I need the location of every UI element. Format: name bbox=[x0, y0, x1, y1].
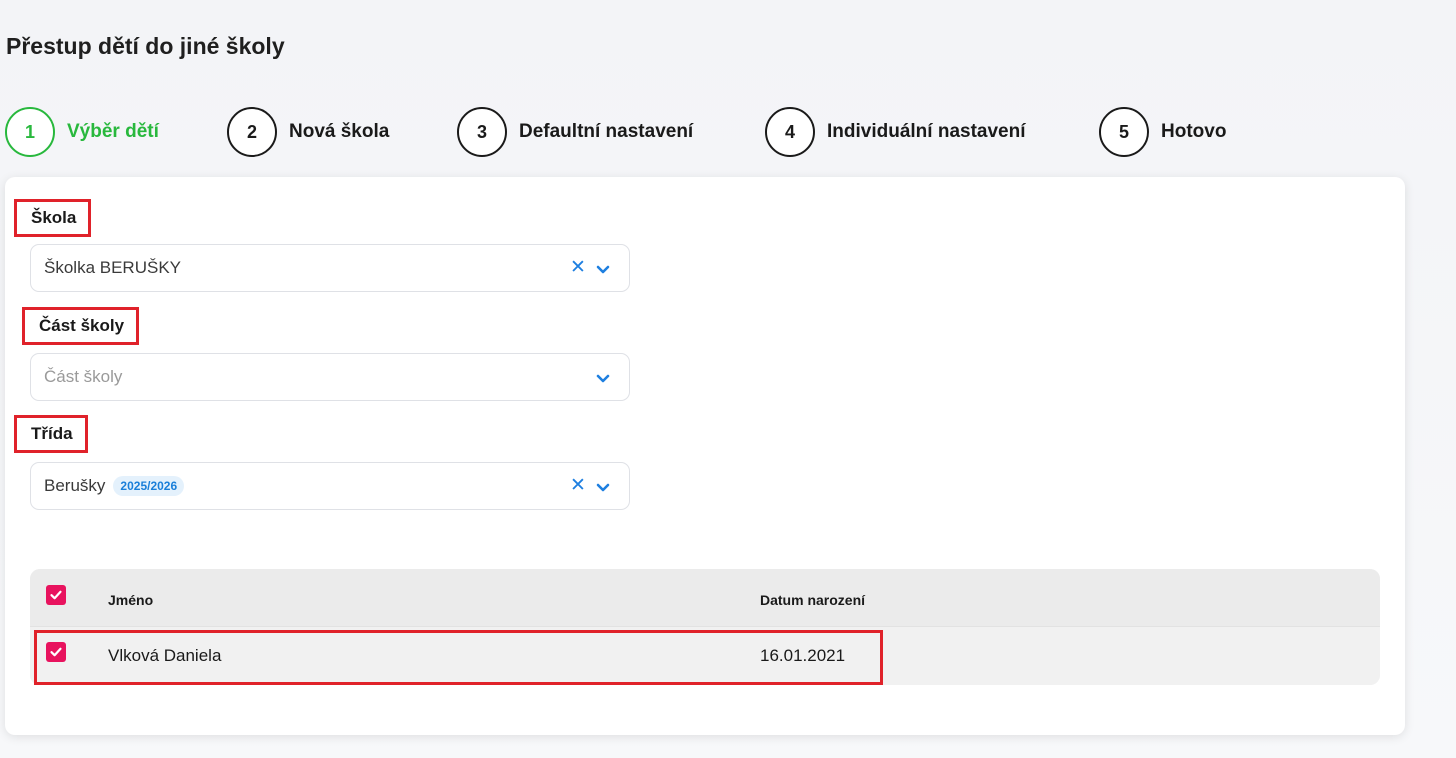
row-checkbox[interactable] bbox=[46, 642, 66, 662]
step-5-number: 5 bbox=[1099, 107, 1149, 157]
step-4[interactable]: 4 Individuální nastavení bbox=[765, 106, 1026, 158]
school-select-value: Školka BERUŠKY bbox=[44, 258, 181, 277]
child-birth-date: 16.01.2021 bbox=[760, 646, 846, 665]
school-select[interactable]: Školka BERUŠKY ✕ bbox=[30, 244, 630, 292]
column-header-name[interactable]: Jméno bbox=[108, 592, 153, 608]
children-table: Jméno Datum narození Vlková Daniela 16.0… bbox=[30, 569, 1380, 685]
school-year-badge: 2025/2026 bbox=[113, 476, 185, 496]
step-5[interactable]: 5 Hotovo bbox=[1099, 106, 1226, 158]
child-name: Vlková Daniela bbox=[108, 646, 222, 665]
column-header-birth-date[interactable]: Datum narození bbox=[760, 592, 865, 608]
step-4-label: Individuální nastavení bbox=[827, 121, 1026, 142]
table-header: Jméno Datum narození bbox=[30, 569, 1380, 626]
school-part-placeholder: Část školy bbox=[44, 367, 123, 386]
step-2-number: 2 bbox=[227, 107, 277, 157]
class-select[interactable]: Berušky 2025/2026 ✕ bbox=[30, 462, 630, 510]
chevron-down-icon[interactable] bbox=[593, 368, 613, 388]
page-title: Přestup dětí do jiné školy bbox=[6, 33, 285, 59]
check-icon bbox=[50, 590, 62, 600]
school-part-label: Část školy bbox=[22, 307, 140, 345]
step-3-number: 3 bbox=[457, 107, 507, 157]
stepper: 1 Výběr dětí 2 Nová škola 3 Defaultní na… bbox=[0, 106, 1456, 158]
chevron-down-icon[interactable] bbox=[593, 477, 613, 497]
check-icon bbox=[50, 647, 62, 657]
step-5-label: Hotovo bbox=[1161, 121, 1227, 142]
clear-icon[interactable]: ✕ bbox=[569, 258, 587, 278]
step-4-number: 4 bbox=[765, 107, 815, 157]
school-label: Škola bbox=[14, 199, 92, 237]
step-1-number: 1 bbox=[5, 107, 55, 157]
chevron-down-icon[interactable] bbox=[593, 259, 613, 279]
step-2-label: Nová škola bbox=[289, 121, 390, 142]
school-part-select[interactable]: Část školy bbox=[30, 353, 630, 401]
table-row[interactable]: Vlková Daniela 16.01.2021 bbox=[30, 626, 1380, 685]
step-2[interactable]: 2 Nová škola bbox=[227, 106, 389, 158]
form-card: Škola Školka BERUŠKY ✕ Část školy Část š… bbox=[5, 177, 1405, 735]
class-label: Třída bbox=[14, 415, 88, 453]
step-3[interactable]: 3 Defaultní nastavení bbox=[457, 106, 693, 158]
clear-icon[interactable]: ✕ bbox=[569, 476, 587, 496]
select-all-checkbox[interactable] bbox=[46, 585, 66, 605]
step-3-label: Defaultní nastavení bbox=[519, 121, 694, 142]
step-1[interactable]: 1 Výběr dětí bbox=[5, 106, 159, 158]
step-1-label: Výběr dětí bbox=[67, 121, 159, 142]
class-select-value: Berušky bbox=[44, 476, 106, 495]
